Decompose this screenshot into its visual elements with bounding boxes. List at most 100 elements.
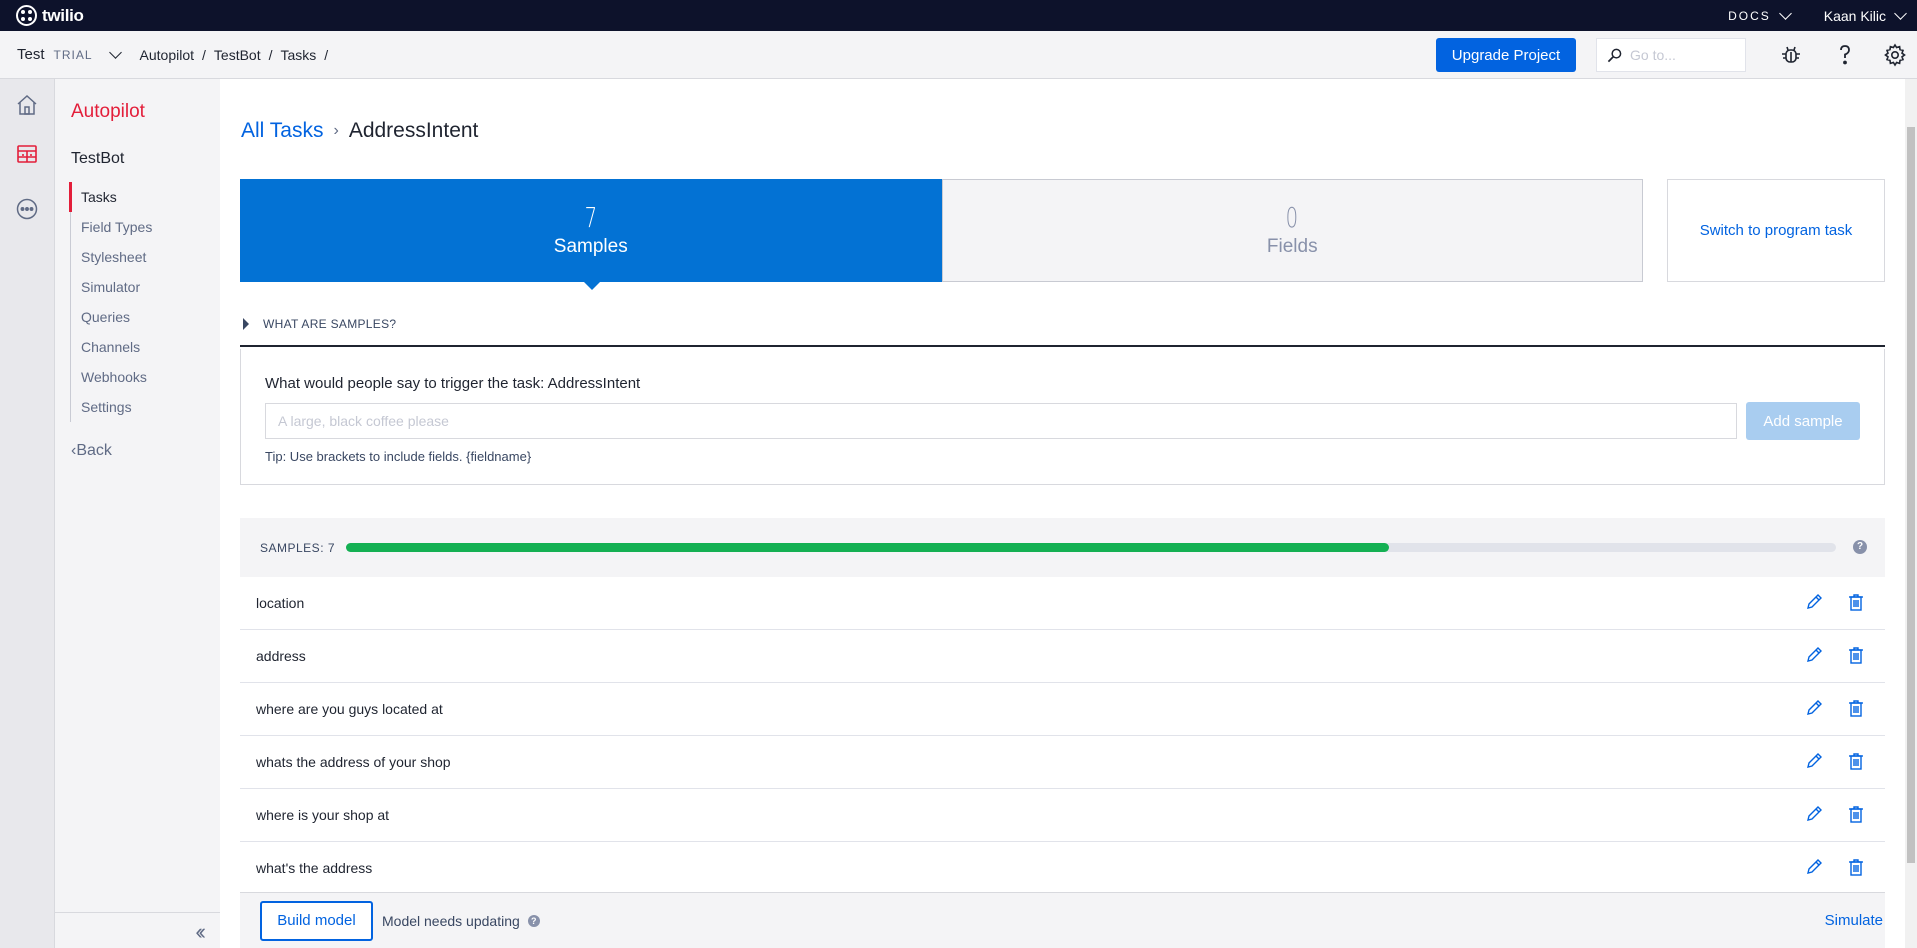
home-icon[interactable] — [15, 93, 39, 117]
list-item: location — [240, 577, 1885, 630]
sidebar-item-webhooks[interactable]: Webhooks — [71, 362, 152, 392]
pencil-edit-icon[interactable] — [1804, 857, 1824, 877]
simulate-link[interactable]: Simulate — [1825, 912, 1883, 929]
trash-icon[interactable] — [1846, 592, 1866, 612]
autopilot-sidebar: Autopilot TestBot Tasks Field Types Styl… — [55, 79, 220, 948]
pencil-edit-icon[interactable] — [1804, 698, 1824, 718]
breadcrumb-testbot[interactable]: TestBot — [214, 47, 261, 63]
breadcrumb-separator: / — [268, 46, 273, 63]
docs-menu[interactable]: DOCS — [1728, 6, 1792, 23]
main-content: All Tasks › AddressIntent 7 Samples 0 Fi… — [220, 79, 1906, 948]
double-chevron-left-icon: ‹‹ — [195, 919, 205, 944]
product-rail — [0, 79, 55, 948]
list-item: where are you guys located at — [240, 683, 1885, 736]
brand-name: twilio — [42, 5, 84, 25]
sample-text: address — [256, 648, 306, 664]
project-name[interactable]: Test — [17, 46, 45, 63]
breadcrumb-tasks[interactable]: Tasks — [281, 47, 317, 63]
build-model-button[interactable]: Build model — [260, 900, 373, 941]
goto-search-input[interactable]: Go to... — [1596, 38, 1746, 72]
trial-badge: TRIAL — [53, 47, 93, 62]
list-item: what's the address — [240, 842, 1885, 895]
bug-debugger-icon[interactable] — [1779, 43, 1803, 67]
sidebar-item-field-types[interactable]: Field Types — [71, 212, 152, 242]
sidebar-nav: Tasks Field Types Stylesheet Simulator Q… — [69, 182, 152, 422]
pencil-edit-icon[interactable] — [1804, 751, 1824, 771]
sidebar-bot-name[interactable]: TestBot — [71, 150, 124, 168]
sidebar-item-simulator[interactable]: Simulator — [71, 272, 152, 302]
chevron-down-icon — [1778, 6, 1792, 20]
sidebar-item-settings[interactable]: Settings — [71, 392, 152, 422]
breadcrumb: Autopilot / TestBot / Tasks / — [140, 47, 329, 63]
task-name: AddressIntent — [348, 119, 479, 142]
sidebar-item-tasks[interactable]: Tasks — [69, 182, 152, 212]
sample-input-placeholder: A large, black coffee please — [278, 413, 449, 429]
sidebar-product-title[interactable]: Autopilot — [71, 101, 145, 123]
autopilot-icon[interactable] — [15, 142, 39, 166]
sidebar-item-stylesheet[interactable]: Stylesheet — [71, 242, 152, 272]
page-title: All Tasks › AddressIntent — [241, 119, 478, 143]
sidebar-item-channels[interactable]: Channels — [71, 332, 152, 362]
tab-samples[interactable]: 7 Samples — [240, 179, 942, 290]
task-tabs: 7 Samples 0 Fields — [240, 179, 1643, 290]
fields-tab-label: Fields — [1266, 235, 1318, 257]
sample-input[interactable]: A large, black coffee please — [265, 403, 1737, 439]
add-sample-panel: What would people say to trigger the tas… — [240, 349, 1885, 485]
list-item: whats the address of your shop — [240, 736, 1885, 789]
breadcrumb-separator: / — [324, 46, 329, 63]
trash-icon[interactable] — [1846, 804, 1866, 824]
scrollbar-thumb[interactable] — [1907, 127, 1915, 863]
more-products-icon[interactable] — [15, 197, 39, 221]
switch-to-program-task-button[interactable]: Switch to program task — [1667, 179, 1885, 282]
goto-placeholder: Go to... — [1630, 47, 1676, 63]
trash-icon[interactable] — [1846, 751, 1866, 771]
upgrade-project-button[interactable]: Upgrade Project — [1436, 38, 1576, 72]
back-label: Back — [76, 442, 112, 459]
trash-icon[interactable] — [1846, 698, 1866, 718]
samples-progress-fill — [346, 543, 1389, 552]
caret-right-icon — [243, 318, 249, 330]
breadcrumb-autopilot[interactable]: Autopilot — [140, 47, 194, 63]
pencil-edit-icon[interactable] — [1804, 804, 1824, 824]
fields-tip: Tip: Use brackets to include fields. {fi… — [265, 449, 532, 464]
user-menu[interactable]: Kaan Kilic — [1824, 6, 1907, 24]
twilio-logo-icon — [16, 5, 37, 26]
samples-count-label: SAMPLES: 7 — [260, 540, 336, 555]
list-item: where is your shop at — [240, 789, 1885, 842]
samples-count-bar: SAMPLES: 7 ? — [240, 518, 1885, 577]
scrollbar[interactable] — [1905, 79, 1917, 948]
pencil-edit-icon[interactable] — [1804, 592, 1824, 612]
pencil-edit-icon[interactable] — [1804, 645, 1824, 665]
fields-count: 0 — [1286, 200, 1299, 234]
what-are-samples-toggle[interactable]: WHAT ARE SAMPLES? — [240, 317, 1885, 347]
add-sample-prompt: What would people say to trigger the tas… — [265, 375, 641, 392]
collapse-sidebar-button[interactable]: ‹‹ — [55, 912, 220, 948]
samples-tab-label: Samples — [553, 235, 628, 257]
model-status: Model needs updating ? — [382, 913, 540, 929]
all-tasks-link[interactable]: All Tasks — [241, 119, 323, 143]
help-circle-icon[interactable]: ? — [1853, 540, 1867, 554]
help-circle-icon[interactable]: ? — [527, 914, 540, 927]
help-icon[interactable] — [1833, 43, 1857, 67]
project-bar: Test TRIAL Autopilot / TestBot / Tasks /… — [0, 31, 1917, 79]
twilio-logo[interactable]: twilio — [16, 5, 84, 26]
project-switcher-chevron-icon[interactable] — [108, 45, 122, 59]
back-link[interactable]: ‹Back — [71, 442, 112, 460]
gear-icon[interactable] — [1883, 43, 1907, 67]
sample-text: location — [256, 595, 305, 611]
model-footer: Build model Model needs updating ? Simul… — [240, 892, 1885, 948]
samples-progress-track — [346, 543, 1836, 552]
chevron-down-icon — [1894, 6, 1907, 20]
trash-icon[interactable] — [1846, 857, 1866, 877]
what-are-samples-label: WHAT ARE SAMPLES? — [263, 317, 397, 331]
tab-fields[interactable]: 0 Fields — [941, 179, 1643, 282]
sample-text: whats the address of your shop — [256, 754, 451, 770]
add-sample-button[interactable]: Add sample — [1746, 402, 1860, 440]
sample-text: where is your shop at — [256, 807, 390, 823]
chevron-right-icon: › — [333, 122, 339, 139]
samples-list: location address where are you guys loca… — [240, 577, 1885, 895]
search-icon — [1607, 48, 1622, 62]
trash-icon[interactable] — [1846, 645, 1866, 665]
sidebar-item-queries[interactable]: Queries — [71, 302, 152, 332]
breadcrumb-separator: / — [202, 46, 206, 63]
